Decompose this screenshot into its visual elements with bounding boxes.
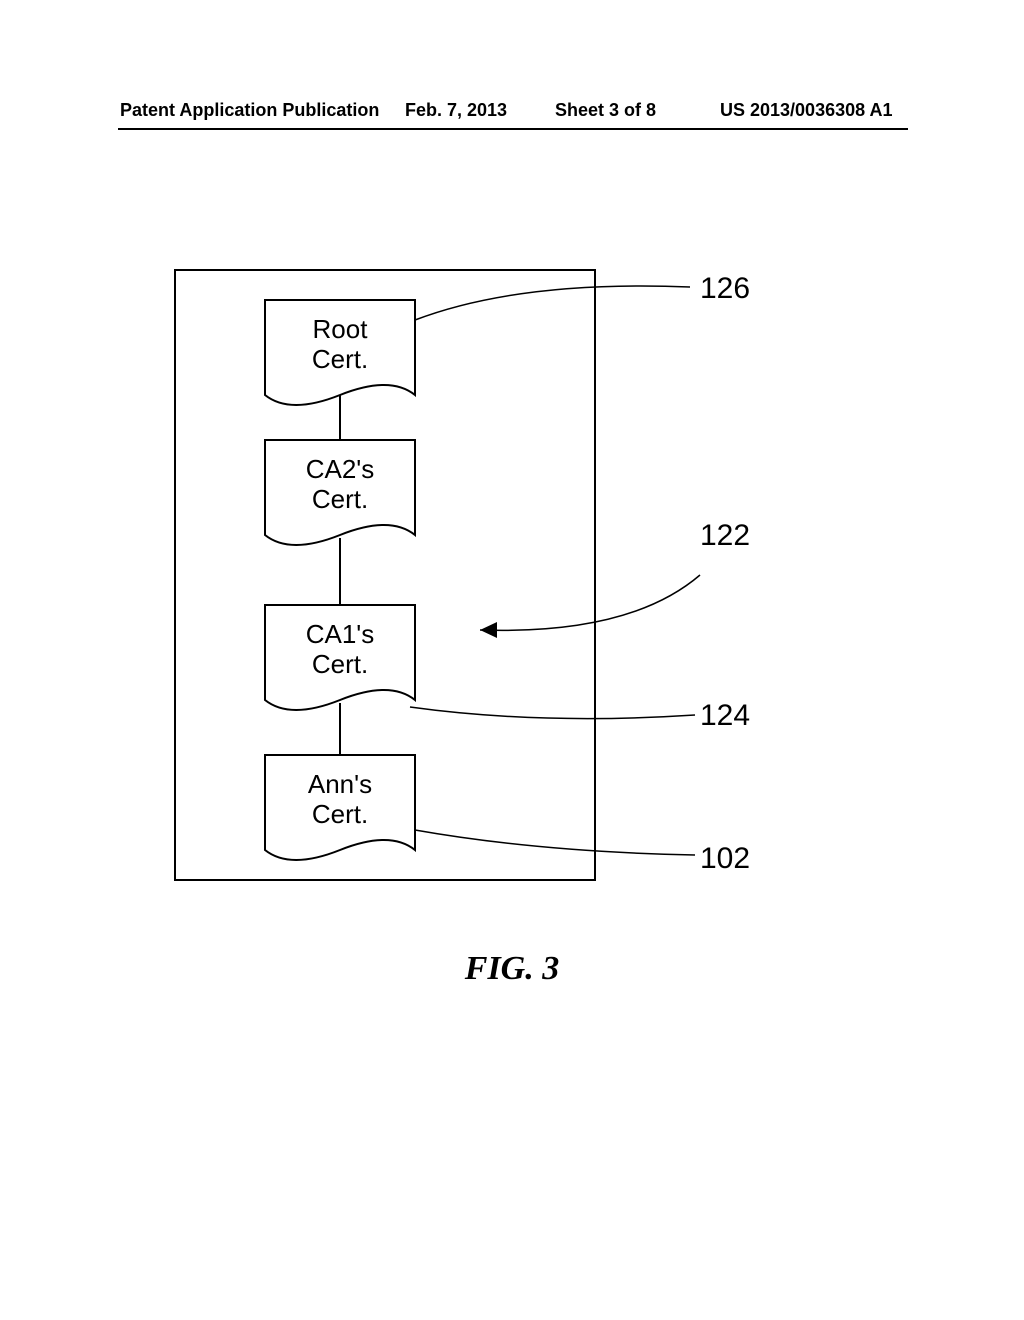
ann-cert-line1: Ann's	[308, 769, 372, 799]
root-cert-line1: Root	[313, 314, 369, 344]
leader-102: 102	[415, 830, 750, 875]
ref-124: 124	[700, 699, 750, 732]
figure-caption: FIG. 3	[0, 950, 1024, 988]
ref-102: 102	[700, 842, 750, 875]
ca1-cert: CA1's Cert.	[265, 605, 415, 710]
root-cert-line2: Cert.	[312, 344, 368, 374]
leader-126: 126	[415, 272, 750, 320]
ann-cert-line2: Cert.	[312, 799, 368, 829]
ref-122: 122	[700, 519, 750, 552]
leader-122: 122	[480, 519, 750, 638]
ann-cert: Ann's Cert.	[265, 755, 415, 860]
diagram-svg: Root Cert. CA2's Cert. CA1's Cert. Ann's…	[0, 0, 1024, 1320]
ref-126: 126	[700, 272, 750, 305]
leader-124: 124	[410, 699, 750, 732]
ca2-cert: CA2's Cert.	[265, 440, 415, 545]
ca1-cert-line1: CA1's	[306, 619, 375, 649]
arrowhead-icon	[480, 622, 497, 638]
ca1-cert-line2: Cert.	[312, 649, 368, 679]
root-cert: Root Cert.	[265, 300, 415, 405]
ca2-cert-line2: Cert.	[312, 484, 368, 514]
ca2-cert-line1: CA2's	[306, 454, 375, 484]
